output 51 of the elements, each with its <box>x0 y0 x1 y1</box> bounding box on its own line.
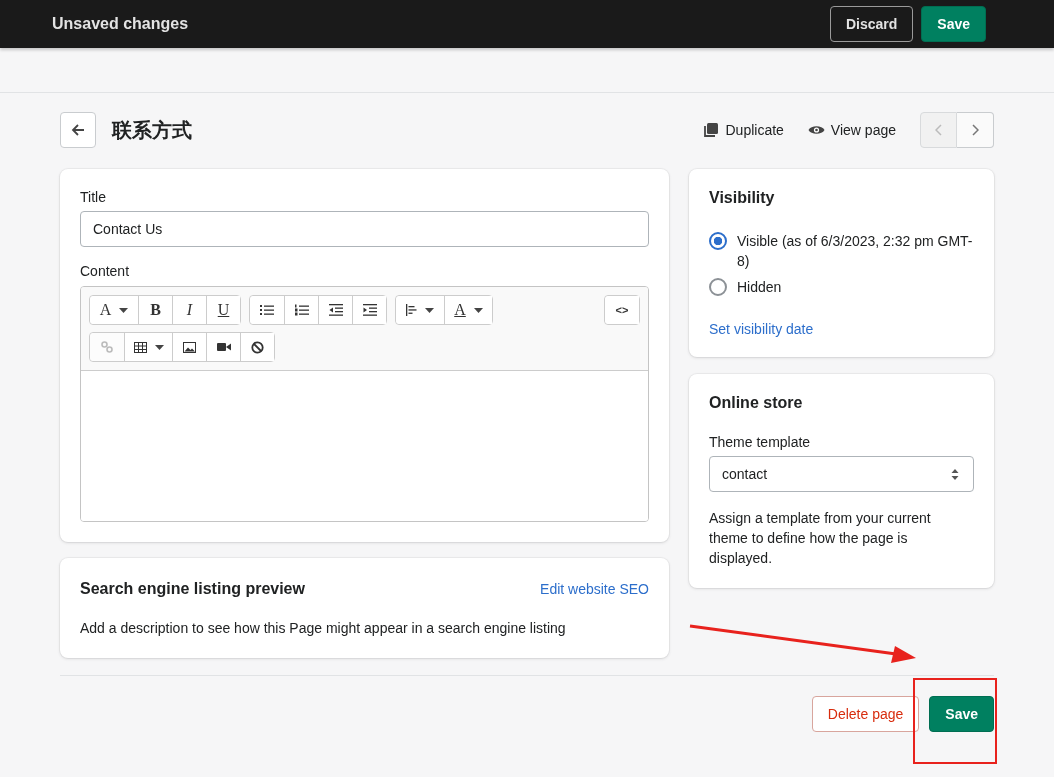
seo-card-title: Search engine listing preview <box>80 580 305 598</box>
caret-icon <box>119 307 129 313</box>
indent-icon <box>362 304 377 316</box>
delete-page-button[interactable]: Delete page <box>811 696 920 732</box>
numbered-list-icon <box>294 304 309 316</box>
caret-icon <box>473 307 483 313</box>
save-button[interactable]: Save <box>929 696 994 732</box>
page-title: 联系方式 <box>112 117 192 143</box>
discard-button[interactable]: Discard <box>829 6 914 42</box>
content-label: Content <box>80 263 131 279</box>
text-color-button[interactable]: A <box>444 296 492 324</box>
indent-button[interactable] <box>352 296 386 324</box>
title-field[interactable]: Contact Us <box>80 211 649 247</box>
chevron-right-icon <box>971 124 979 136</box>
link-icon <box>101 341 113 353</box>
radio-button[interactable] <box>709 278 727 296</box>
title-label: Title <box>80 189 107 205</box>
underline-button[interactable]: U <box>206 296 240 324</box>
outdent-icon <box>328 304 343 316</box>
duplicate-icon <box>703 122 720 138</box>
set-visibility-date-link[interactable]: Set visibility date <box>709 321 974 337</box>
table-icon <box>133 341 147 353</box>
visibility-title: Visibility <box>709 189 776 207</box>
online-store-title: Online store <box>709 394 804 412</box>
chevron-left-icon <box>934 124 943 136</box>
unsaved-changes-title: Unsaved changes <box>52 15 189 33</box>
image-icon <box>183 341 196 353</box>
view-page-button[interactable]: View page <box>803 122 900 138</box>
theme-template-label: Theme template <box>709 434 812 450</box>
seo-description: Add a description to see how this Page might appear in a search engine listing <box>80 619 567 638</box>
align-left-icon <box>406 304 417 316</box>
video-camera-icon <box>216 342 231 352</box>
save-button[interactable]: Save <box>921 6 986 42</box>
clear-formatting-icon <box>251 340 264 354</box>
back-arrow-icon <box>70 122 86 138</box>
select-arrows-icon <box>951 468 959 480</box>
theme-template-select[interactable]: contact <box>709 456 974 492</box>
duplicate-button[interactable]: Duplicate <box>699 122 788 138</box>
bullet-list-icon <box>260 304 274 316</box>
radio-button[interactable] <box>709 232 727 250</box>
caret-icon <box>425 307 434 313</box>
radio-label: Hidden <box>737 278 782 297</box>
template-help-text: Assign a template from your current theme to define how the page is displayed. <box>709 509 932 568</box>
radio-label: Visible (as of 6/3/2023, 2:32 pm GMT-8) <box>737 232 974 271</box>
caret-icon <box>154 344 164 350</box>
eye-icon <box>807 124 825 136</box>
back-button[interactable] <box>60 112 96 148</box>
clear-button[interactable] <box>240 333 274 361</box>
code-button[interactable]: <> <box>605 296 639 324</box>
content-editor[interactable]: A B I U A <> <box>80 286 649 522</box>
edit-seo-link[interactable]: Edit website SEO <box>540 581 649 597</box>
